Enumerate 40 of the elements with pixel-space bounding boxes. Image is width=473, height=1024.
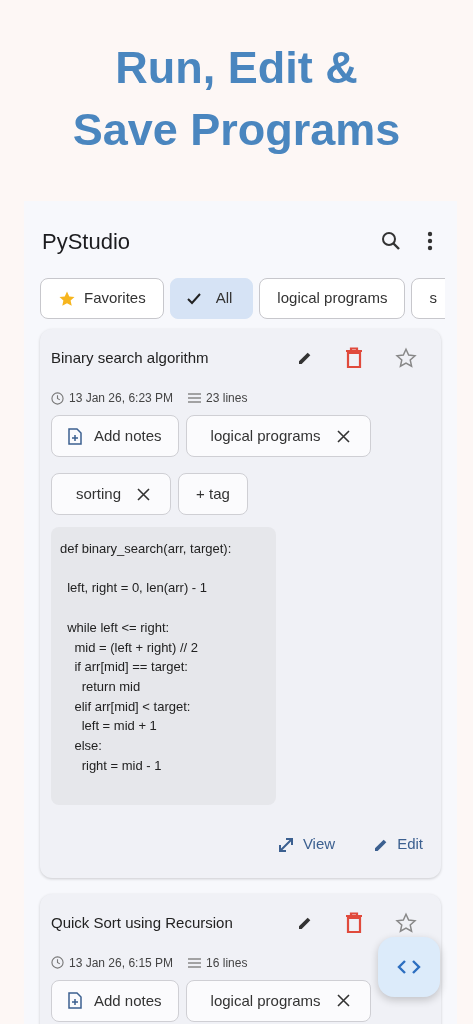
tag-label: logical programs — [210, 425, 321, 446]
filter-chip[interactable]: logical programs — [259, 278, 406, 319]
edit-button[interactable]: Edit — [367, 829, 429, 860]
program-title: Quick Sort using Recursion — [51, 912, 234, 933]
close-icon — [336, 994, 350, 1008]
add-note-icon — [68, 427, 82, 445]
program-title: Binary search algorithm — [51, 347, 210, 368]
close-icon — [137, 487, 151, 501]
date-text: 13 Jan 26, 6:23 PM — [69, 390, 174, 407]
code-block: def binary_search(arr, target): left, right = 0, len(arr) - 1 while left <= right: mid = (left + right) // 2 if arr[mid] == target: return mid elif arr[mid] < target: left = mid + 1 else: right = mid - 1 — [51, 527, 276, 806]
date-text: 13 Jan 26, 6:15 PM — [69, 954, 174, 972]
line-count: 16 lines — [206, 954, 248, 972]
expand-icon — [276, 835, 295, 854]
app-title: PyStudio — [42, 227, 132, 256]
add-notes-button[interactable]: Add notes — [51, 415, 179, 457]
pencil-icon — [297, 350, 313, 366]
line-count: 23 lines — [206, 390, 248, 407]
trash-icon — [345, 911, 363, 934]
close-icon — [336, 429, 350, 443]
add-tag-button[interactable]: + tag — [178, 473, 248, 515]
headline-text: Save Programs — [71, 103, 402, 157]
add-notes-button[interactable]: Add notes — [51, 979, 179, 1022]
check-icon — [185, 291, 202, 306]
filter-chip[interactable]: All — [169, 278, 254, 319]
clock-icon — [51, 956, 64, 970]
lines-icon — [188, 393, 202, 403]
view-button[interactable]: View — [270, 829, 342, 860]
tag-label: sorting — [76, 483, 122, 504]
star-icon — [395, 911, 417, 934]
add-note-icon — [68, 992, 82, 1010]
code-icon — [396, 958, 422, 976]
clock-icon — [51, 391, 64, 405]
filter-chip[interactable]: Favorites — [40, 278, 164, 319]
trash-icon — [345, 347, 363, 369]
tag-label: logical programs — [210, 990, 321, 1011]
headline-text: Run, Edit & — [114, 41, 359, 95]
filter-chip[interactable]: s — [411, 278, 445, 319]
lines-icon — [188, 957, 202, 968]
more-icon — [427, 231, 433, 251]
star-icon — [395, 347, 417, 369]
